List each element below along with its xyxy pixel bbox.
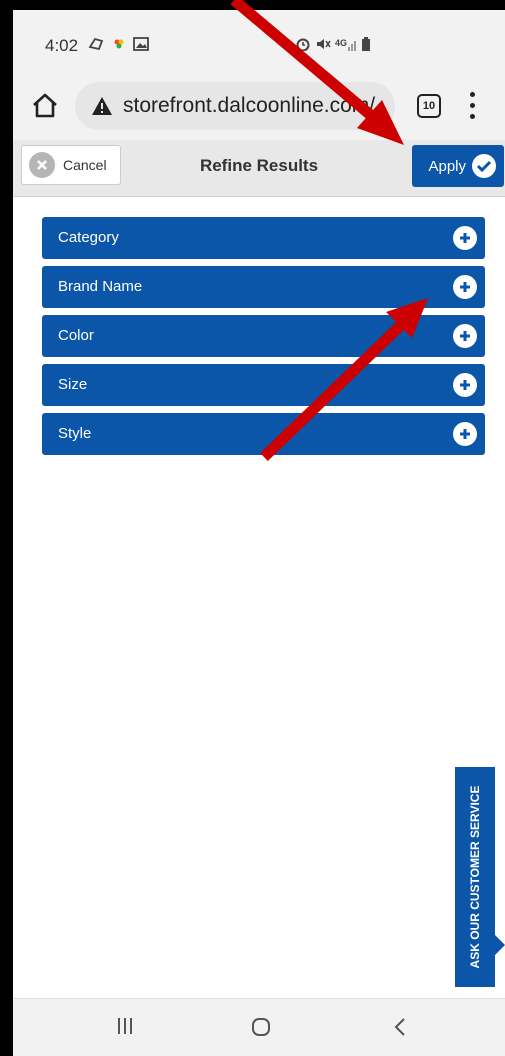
recent-apps-icon[interactable] (117, 1017, 133, 1035)
plus-icon[interactable] (453, 226, 477, 250)
overflow-menu-icon[interactable] (469, 92, 477, 120)
filter-label: Color (58, 327, 94, 344)
home-button-icon[interactable] (251, 1017, 271, 1037)
filter-brand-name[interactable]: Brand Name (42, 266, 485, 308)
filter-label: Size (58, 376, 88, 393)
filter-color[interactable]: Color (42, 315, 485, 357)
gallery-icon (133, 37, 149, 51)
warning-icon[interactable] (91, 96, 113, 116)
plus-icon[interactable] (453, 275, 477, 299)
home-icon[interactable] (31, 92, 59, 118)
apply-label: Apply (428, 157, 466, 175)
browser-toolbar: storefront.dalcoonline.com/ 10 (13, 70, 505, 140)
battery-icon (362, 37, 370, 51)
alarm-icon (296, 38, 310, 51)
photos-icon (114, 39, 124, 49)
customer-service-label: ASK OUR CUSTOMER SERVICE (468, 785, 482, 969)
filter-size[interactable]: Size (42, 364, 485, 406)
apply-button[interactable]: Apply (412, 145, 504, 187)
mute-icon (317, 39, 331, 49)
filter-label: Category (58, 229, 119, 246)
filter-label: Style (58, 425, 92, 442)
filter-header: Cancel Refine Results Apply (13, 140, 505, 197)
svg-text:4G: 4G (335, 38, 347, 48)
status-bar: 4:02 4G (13, 10, 505, 70)
status-time: 4:02 (45, 36, 79, 55)
network-4g-icon: 4G (335, 38, 356, 51)
sync-icon (88, 37, 104, 51)
filter-style[interactable]: Style (42, 413, 485, 455)
customer-service-tab[interactable]: ASK OUR CUSTOMER SERVICE (455, 767, 495, 987)
plus-icon[interactable] (453, 324, 477, 348)
url-text[interactable]: storefront.dalcoonline.com/ (123, 94, 375, 118)
tab-switcher-button[interactable]: 10 (417, 94, 441, 118)
plus-icon[interactable] (453, 373, 477, 397)
back-icon[interactable] (393, 1017, 407, 1037)
phone-screen: 4:02 4G storefront.dalcoonline.com/ 10 C… (13, 10, 505, 1056)
tab-notch (495, 935, 505, 955)
plus-icon[interactable] (453, 422, 477, 446)
navigation-bar (13, 998, 505, 1056)
filter-category[interactable]: Category (42, 217, 485, 259)
filter-label: Brand Name (58, 278, 143, 295)
checkmark-icon (472, 154, 496, 178)
